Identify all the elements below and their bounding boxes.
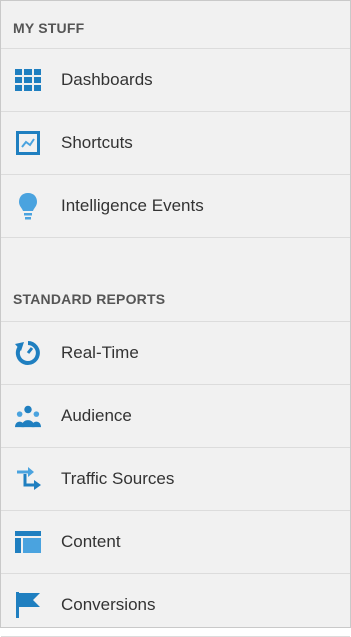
sidebar-item-label: Intelligence Events [61,196,204,215]
audience-people-icon [15,403,41,429]
sidebar-item-real-time[interactable]: Real-Time [1,322,350,385]
sidebar-item-label: Audience [61,406,132,425]
section-header-standard-reports: STANDARD REPORTS [1,264,350,322]
traffic-arrows-icon [15,466,41,492]
sidebar-item-label: Shortcuts [61,133,133,152]
sidebar-item-label: Traffic Sources [61,469,175,488]
sidebar-item-audience[interactable]: Audience [1,385,350,448]
realtime-clock-icon [15,340,41,366]
sidebar-item-label: Dashboards [61,70,153,89]
sidebar-item-label: Conversions [61,595,156,614]
flag-icon [15,592,41,618]
sidebar-item-traffic-sources[interactable]: Traffic Sources [1,448,350,511]
sidebar-item-dashboards[interactable]: Dashboards [1,49,350,112]
content-layout-icon [15,529,41,555]
section-header-my-stuff: MY STUFF [1,1,350,49]
lightbulb-icon [15,193,41,220]
sidebar-item-intelligence-events[interactable]: Intelligence Events [1,175,350,238]
shortcut-icon [15,130,41,156]
sidebar-nav: MY STUFF Dashboards Shortcuts Intelligen… [0,0,351,637]
dashboard-grid-icon [15,67,41,93]
sidebar-item-label: Real-Time [61,343,139,362]
sidebar-item-shortcuts[interactable]: Shortcuts [1,112,350,175]
sidebar-item-label: Content [61,532,121,551]
sidebar-item-content[interactable]: Content [1,511,350,574]
